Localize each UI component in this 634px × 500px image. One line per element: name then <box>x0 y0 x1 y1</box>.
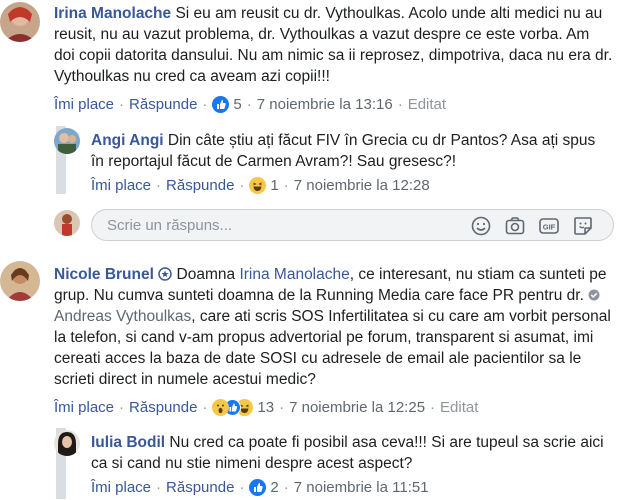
edited-label[interactable]: Editat <box>440 399 478 416</box>
reaction-count[interactable]: 5 <box>233 96 241 113</box>
comment-iulia: Iulia Bodil Nu cred ca poate fi posibil … <box>91 432 611 474</box>
comment-angi: Angi Angi Din câte știu ați făcut FIV în… <box>91 130 611 172</box>
separator: · <box>239 478 245 496</box>
top-fan-badge-icon[interactable] <box>158 266 172 281</box>
comment-text: Nu cred ca poate fi posibil asa ceva!!! … <box>91 434 604 472</box>
comment-text: Doamna <box>176 266 236 283</box>
separator: · <box>156 176 162 194</box>
like-link[interactable]: Îmi place <box>91 479 151 496</box>
comment-actions: Îmi place · Răspunde · 2 · 7 noiembrie l… <box>91 477 429 497</box>
separator: · <box>283 478 289 496</box>
like-icon[interactable] <box>249 478 267 496</box>
separator: · <box>119 95 125 113</box>
timestamp[interactable]: 7 noiembrie la 13:16 <box>257 96 393 113</box>
separator: · <box>239 176 245 194</box>
verified-check-icon <box>588 289 600 301</box>
reply-input-box[interactable]: GIF <box>91 209 614 241</box>
reply-link[interactable]: Răspunde <box>166 177 234 194</box>
reaction-count[interactable]: 13 <box>257 399 274 416</box>
comment-irina: Irina Manolache Si eu am reusit cu dr. V… <box>54 3 614 87</box>
sticker-icon[interactable] <box>572 215 594 237</box>
edited-label[interactable]: Editat <box>408 96 446 113</box>
haha-icon[interactable] <box>249 176 267 194</box>
comment-text: Din câte știu ați făcut FIV în Grecia cu… <box>91 132 596 170</box>
comment-actions: Îmi place · Răspunde · 1 · 7 noiembrie l… <box>91 175 430 195</box>
reaction-icons[interactable] <box>212 398 254 416</box>
comment-actions: Îmi place · Răspunde · 5 · 7 noiembrie l… <box>54 94 446 114</box>
comment-author[interactable]: Iulia Bodil <box>91 434 165 451</box>
comment-author[interactable]: Nicole Brunel <box>54 266 154 283</box>
comment-actions: Îmi place · Răspunde · 13 · 7 noiembrie … <box>54 397 478 417</box>
like-link[interactable]: Îmi place <box>54 96 114 113</box>
like-link[interactable]: Îmi place <box>54 399 114 416</box>
reply-link[interactable]: Răspunde <box>166 479 234 496</box>
timestamp[interactable]: 7 noiembrie la 11:51 <box>294 479 429 496</box>
svg-text:GIF: GIF <box>543 223 556 232</box>
separator: · <box>430 398 436 416</box>
reply-link[interactable]: Răspunde <box>129 399 197 416</box>
timestamp[interactable]: 7 noiembrie la 12:25 <box>289 399 425 416</box>
emoji-icon[interactable] <box>470 215 492 237</box>
separator: · <box>283 176 289 194</box>
mention-link[interactable]: Irina Manolache <box>239 266 349 283</box>
reaction-count[interactable]: 2 <box>270 479 278 496</box>
like-icon[interactable] <box>212 95 230 113</box>
gif-icon[interactable]: GIF <box>538 215 560 237</box>
mention-name[interactable]: Andreas Vythoulkas <box>54 308 191 325</box>
wow-icon <box>212 398 230 416</box>
separator: · <box>397 95 403 113</box>
reply-link[interactable]: Răspunde <box>129 96 197 113</box>
avatar-iulia[interactable] <box>54 430 80 456</box>
avatar-irina[interactable] <box>0 2 40 42</box>
separator: · <box>202 95 208 113</box>
avatar-current-user <box>54 210 80 236</box>
reply-input[interactable] <box>107 210 437 240</box>
separator: · <box>156 478 162 496</box>
avatar-angi[interactable] <box>54 128 80 154</box>
separator: · <box>202 398 208 416</box>
comment-author[interactable]: Irina Manolache <box>54 5 171 22</box>
comment-nicole: Nicole Brunel Doamna Irina Manolache, ce… <box>54 264 614 390</box>
comment-author[interactable]: Angi Angi <box>91 132 164 149</box>
separator: · <box>246 95 252 113</box>
avatar-nicole[interactable] <box>0 261 40 301</box>
like-link[interactable]: Îmi place <box>91 177 151 194</box>
reaction-count[interactable]: 1 <box>270 177 278 194</box>
separator: · <box>279 398 285 416</box>
camera-icon[interactable] <box>504 215 526 237</box>
separator: · <box>119 398 125 416</box>
timestamp[interactable]: 7 noiembrie la 12:28 <box>294 177 430 194</box>
